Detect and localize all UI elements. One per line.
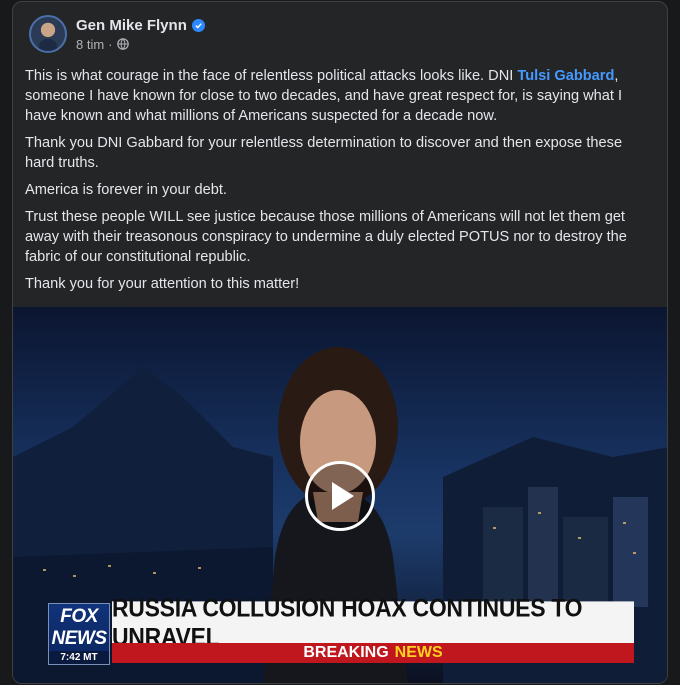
author-name[interactable]: Gen Mike Flynn (76, 17, 187, 34)
paragraph-3: America is forever in your debt. (25, 182, 227, 198)
separator-dot: · (108, 36, 113, 52)
verified-badge-icon (191, 18, 205, 32)
channel-time: 7:42 MT (49, 651, 109, 664)
mention-link[interactable]: Tulsi Gabbard (517, 68, 614, 84)
post-meta: Gen Mike Flynn 8 tim · (76, 17, 205, 52)
paragraph-2: Thank you DNI Gabbard for your relentles… (25, 135, 623, 171)
logo-top: FOX (60, 606, 98, 627)
post-text: This is what courage in the face of rele… (25, 66, 653, 301)
news-label: NEWS (394, 644, 443, 661)
post-timestamp[interactable]: 8 tim (76, 37, 104, 52)
news-lower-third: FOX NEWS 7:42 MT RUSSIA COLLUSION HOAX C… (48, 594, 634, 665)
logo-bottom: NEWS (51, 628, 108, 649)
paragraph-4: Trust these people WILL see justice beca… (25, 209, 627, 265)
play-button[interactable] (305, 461, 375, 531)
paragraph-1-start: This is what courage in the face of rele… (25, 68, 518, 84)
breaking-label: BREAKING (303, 644, 389, 661)
author-row: Gen Mike Flynn (76, 17, 205, 34)
headline-bar: RUSSIA COLLUSION HOAX CONTINUES TO UNRAV… (112, 594, 634, 651)
breaking-news-bar: BREAKING NEWS (112, 643, 634, 663)
post-header: Gen Mike Flynn 8 tim · (29, 14, 205, 54)
paragraph-1: This is what courage in the face of rele… (25, 66, 653, 126)
author-avatar[interactable] (29, 15, 67, 53)
play-icon (332, 482, 354, 510)
post-subinfo: 8 tim · (76, 37, 205, 52)
video-player[interactable]: FOX NEWS 7:42 MT RUSSIA COLLUSION HOAX C… (13, 307, 667, 683)
globe-icon (116, 38, 129, 50)
fox-news-logo: FOX NEWS 7:42 MT (48, 603, 110, 665)
paragraph-5: Thank you for your attention to this mat… (25, 276, 300, 292)
post-card: Gen Mike Flynn 8 tim · This is what cour… (12, 1, 668, 684)
